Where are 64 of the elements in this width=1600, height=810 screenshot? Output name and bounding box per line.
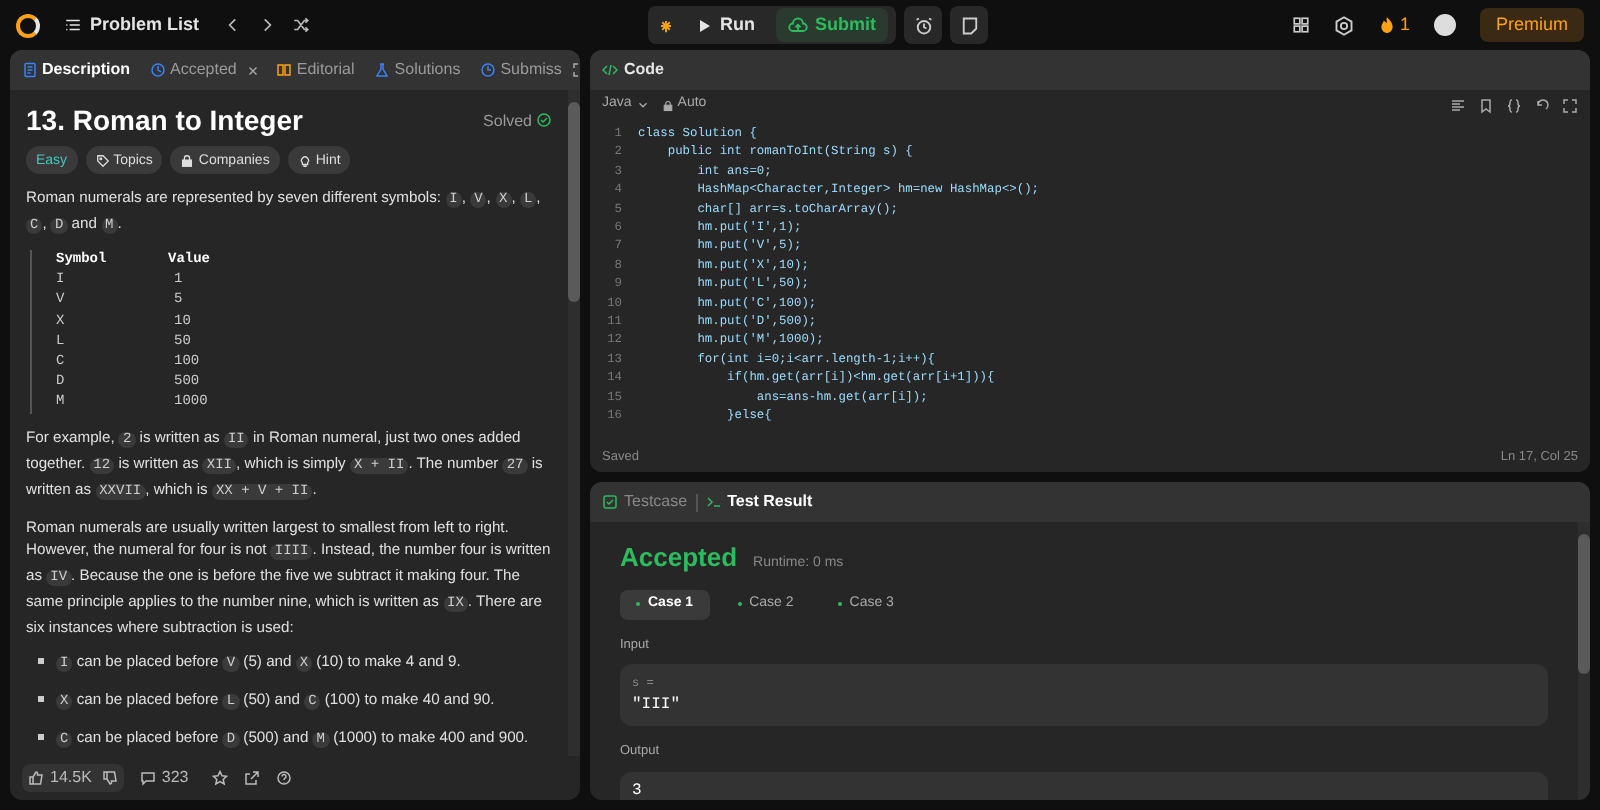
checkbox-icon xyxy=(602,494,618,510)
notes-button[interactable] xyxy=(950,6,988,44)
clock-icon xyxy=(150,62,167,78)
share-icon[interactable] xyxy=(244,770,261,786)
verdict: Accepted xyxy=(620,540,738,576)
thumbs-up-icon xyxy=(28,770,44,786)
panel-title: Code xyxy=(624,58,664,82)
panel-tab[interactable]: Accepted xyxy=(146,58,241,82)
list-icon xyxy=(64,16,82,34)
help-icon[interactable] xyxy=(276,770,293,786)
history-icon xyxy=(480,62,497,78)
run-button[interactable]: Run xyxy=(684,8,767,42)
code-icon xyxy=(602,62,618,78)
output-value: 3 xyxy=(632,780,644,800)
bullet-icon xyxy=(38,695,44,702)
note-icon xyxy=(959,15,979,35)
layout-grid-icon[interactable] xyxy=(1291,16,1310,34)
flask-icon xyxy=(374,62,391,78)
settings-icon[interactable] xyxy=(1333,15,1354,35)
upload-cloud-icon xyxy=(787,15,807,35)
debug-icon[interactable] xyxy=(656,15,676,35)
braces-icon[interactable] xyxy=(1506,97,1522,113)
comment-icon xyxy=(139,770,156,786)
terminal-icon xyxy=(705,494,722,510)
star-icon[interactable] xyxy=(212,770,229,786)
input-value: "III" xyxy=(632,694,683,717)
solved-status: Solved xyxy=(483,109,552,131)
thumbs-down-icon[interactable] xyxy=(101,770,118,786)
chevron-down-icon xyxy=(635,98,650,112)
tag-icon xyxy=(95,153,110,167)
submit-button[interactable]: Submit xyxy=(775,8,888,42)
problem-list-button[interactable]: Problem List xyxy=(64,11,200,39)
avatar[interactable] xyxy=(1433,14,1456,36)
book-icon xyxy=(276,62,293,78)
close-icon[interactable] xyxy=(246,63,261,77)
scrollbar[interactable] xyxy=(1578,522,1590,800)
panel-tab[interactable]: Editorial xyxy=(272,58,359,82)
alarm-clock-icon xyxy=(913,15,933,35)
bookmark-icon[interactable] xyxy=(1478,97,1494,113)
panel-tab[interactable]: Solutions xyxy=(370,58,465,82)
alarm-button[interactable] xyxy=(904,6,942,44)
lightbulb-icon xyxy=(297,153,312,167)
scrollbar[interactable] xyxy=(568,90,580,756)
logo-icon[interactable] xyxy=(16,13,40,37)
panel-tab[interactable]: Description xyxy=(18,58,135,82)
problem-title: 13. Roman to Integer xyxy=(26,102,303,138)
expand-icon[interactable] xyxy=(1562,97,1578,113)
document-icon xyxy=(22,62,38,78)
premium-button[interactable]: Premium xyxy=(1479,8,1584,42)
play-icon xyxy=(696,17,712,33)
panel-tab[interactable]: Submiss xyxy=(476,58,566,82)
panel-tab[interactable]: Testcase xyxy=(602,490,688,514)
check-circle-icon xyxy=(536,112,552,128)
streak-counter[interactable]: 1 xyxy=(1377,11,1410,39)
flame-icon xyxy=(1377,16,1396,34)
lock-icon xyxy=(661,99,674,111)
panel-tab[interactable]: Test Result xyxy=(705,490,813,514)
lock-icon xyxy=(180,153,195,167)
undo-icon[interactable] xyxy=(1534,97,1550,113)
shuffle-icon[interactable] xyxy=(291,16,310,34)
comments-button[interactable]: 323 xyxy=(139,766,189,790)
bullet-icon xyxy=(38,733,44,740)
format-icon[interactable] xyxy=(1450,97,1466,113)
bullet-icon xyxy=(38,657,44,664)
